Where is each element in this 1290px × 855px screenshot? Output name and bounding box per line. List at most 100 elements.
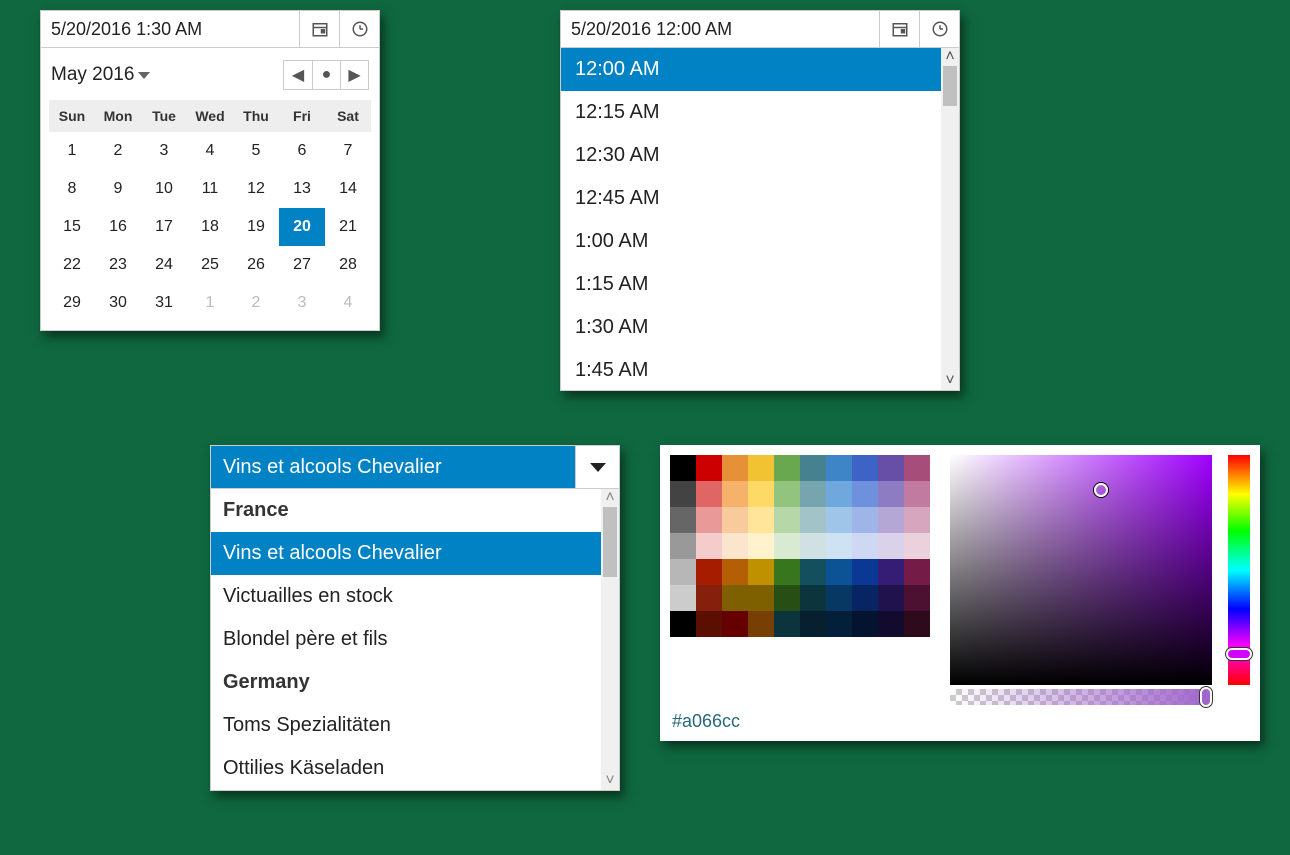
color-swatch[interactable] xyxy=(696,611,722,637)
calendar-month-selector[interactable]: May 2016 xyxy=(51,64,150,86)
calendar-day[interactable]: 6 xyxy=(279,132,325,170)
color-swatch[interactable] xyxy=(904,455,930,481)
calendar-day[interactable]: 2 xyxy=(233,284,279,322)
combobox-item[interactable]: Victuailles en stock xyxy=(211,575,601,618)
calendar-today-button[interactable]: ● xyxy=(312,61,340,89)
calendar-day[interactable]: 1 xyxy=(49,132,95,170)
color-swatch[interactable] xyxy=(878,611,904,637)
color-swatch[interactable] xyxy=(800,611,826,637)
combobox-item[interactable]: Blondel père et fils xyxy=(211,618,601,661)
color-swatch[interactable] xyxy=(852,533,878,559)
calendar-day[interactable]: 12 xyxy=(233,170,279,208)
alpha-handle[interactable] xyxy=(1200,687,1212,707)
calendar-icon-button[interactable] xyxy=(299,11,339,47)
color-swatch[interactable] xyxy=(878,507,904,533)
color-swatch[interactable] xyxy=(722,481,748,507)
time-option[interactable]: 12:30 AM xyxy=(561,134,959,177)
calendar-day[interactable]: 15 xyxy=(49,208,95,246)
datetime-input[interactable] xyxy=(561,11,879,47)
color-swatch[interactable] xyxy=(748,533,774,559)
color-swatch[interactable] xyxy=(696,533,722,559)
calendar-day[interactable]: 31 xyxy=(141,284,187,322)
color-swatch[interactable] xyxy=(670,507,696,533)
calendar-day[interactable]: 26 xyxy=(233,246,279,284)
color-swatch[interactable] xyxy=(826,507,852,533)
calendar-icon-button[interactable] xyxy=(879,11,919,47)
color-swatch[interactable] xyxy=(800,507,826,533)
color-swatch[interactable] xyxy=(878,533,904,559)
scroll-up-icon[interactable]: ˄ xyxy=(941,48,959,66)
scroll-thumb[interactable] xyxy=(943,66,957,106)
color-swatch[interactable] xyxy=(774,559,800,585)
color-swatch[interactable] xyxy=(696,559,722,585)
color-swatch[interactable] xyxy=(800,455,826,481)
color-swatch[interactable] xyxy=(748,481,774,507)
hue-handle[interactable] xyxy=(1226,648,1252,660)
color-swatch[interactable] xyxy=(748,455,774,481)
color-swatch[interactable] xyxy=(670,559,696,585)
time-option[interactable]: 1:30 AM xyxy=(561,306,959,349)
color-swatch[interactable] xyxy=(826,611,852,637)
color-swatch[interactable] xyxy=(722,455,748,481)
color-swatch[interactable] xyxy=(774,507,800,533)
color-swatch[interactable] xyxy=(904,481,930,507)
calendar-day[interactable]: 28 xyxy=(325,246,371,284)
color-swatch[interactable] xyxy=(904,533,930,559)
scroll-up-icon[interactable]: ˄ xyxy=(601,489,619,507)
calendar-day[interactable]: 27 xyxy=(279,246,325,284)
calendar-next-button[interactable]: ▶ xyxy=(340,61,368,89)
color-swatch[interactable] xyxy=(696,585,722,611)
color-swatch[interactable] xyxy=(722,533,748,559)
calendar-day[interactable]: 19 xyxy=(233,208,279,246)
color-swatch[interactable] xyxy=(878,481,904,507)
combobox-item[interactable]: Toms Spezialitäten xyxy=(211,704,601,747)
datetime-input[interactable] xyxy=(41,11,299,47)
calendar-day[interactable]: 3 xyxy=(141,132,187,170)
color-swatch[interactable] xyxy=(670,533,696,559)
color-swatch[interactable] xyxy=(904,585,930,611)
color-swatch[interactable] xyxy=(878,559,904,585)
saturation-value-picker[interactable] xyxy=(950,455,1212,685)
color-swatch[interactable] xyxy=(774,611,800,637)
color-swatch[interactable] xyxy=(722,611,748,637)
combobox-input[interactable] xyxy=(211,446,575,488)
calendar-day[interactable]: 9 xyxy=(95,170,141,208)
color-swatch[interactable] xyxy=(800,585,826,611)
color-swatch[interactable] xyxy=(852,611,878,637)
scrollbar[interactable]: ˄ ˅ xyxy=(601,489,619,790)
scroll-thumb[interactable] xyxy=(603,507,617,577)
color-swatch[interactable] xyxy=(696,507,722,533)
calendar-day[interactable]: 4 xyxy=(325,284,371,322)
time-option[interactable]: 1:15 AM xyxy=(561,263,959,306)
color-swatch[interactable] xyxy=(670,481,696,507)
time-option[interactable]: 1:45 AM xyxy=(561,349,959,382)
color-swatch[interactable] xyxy=(826,559,852,585)
combobox-item[interactable]: Vins et alcools Chevalier xyxy=(211,532,601,575)
color-swatch[interactable] xyxy=(696,481,722,507)
color-swatch[interactable] xyxy=(800,481,826,507)
color-swatch[interactable] xyxy=(800,533,826,559)
calendar-day[interactable]: 20 xyxy=(279,208,325,246)
combobox-dropdown-button[interactable] xyxy=(575,446,619,488)
sv-handle[interactable] xyxy=(1094,483,1108,497)
color-swatch[interactable] xyxy=(826,481,852,507)
color-swatch[interactable] xyxy=(774,481,800,507)
calendar-day[interactable]: 25 xyxy=(187,246,233,284)
calendar-day[interactable]: 1 xyxy=(187,284,233,322)
calendar-day[interactable]: 4 xyxy=(187,132,233,170)
color-swatch[interactable] xyxy=(800,559,826,585)
color-swatch[interactable] xyxy=(852,481,878,507)
color-swatch[interactable] xyxy=(904,559,930,585)
color-swatch[interactable] xyxy=(722,507,748,533)
time-option[interactable]: 12:15 AM xyxy=(561,91,959,134)
color-swatch[interactable] xyxy=(696,455,722,481)
color-swatch[interactable] xyxy=(670,611,696,637)
color-swatch[interactable] xyxy=(904,507,930,533)
calendar-day[interactable]: 23 xyxy=(95,246,141,284)
calendar-day[interactable]: 24 xyxy=(141,246,187,284)
alpha-slider[interactable] xyxy=(950,689,1212,705)
scroll-down-icon[interactable]: ˅ xyxy=(601,772,619,790)
calendar-prev-button[interactable]: ◀ xyxy=(284,61,312,89)
calendar-day[interactable]: 16 xyxy=(95,208,141,246)
color-swatch[interactable] xyxy=(670,585,696,611)
